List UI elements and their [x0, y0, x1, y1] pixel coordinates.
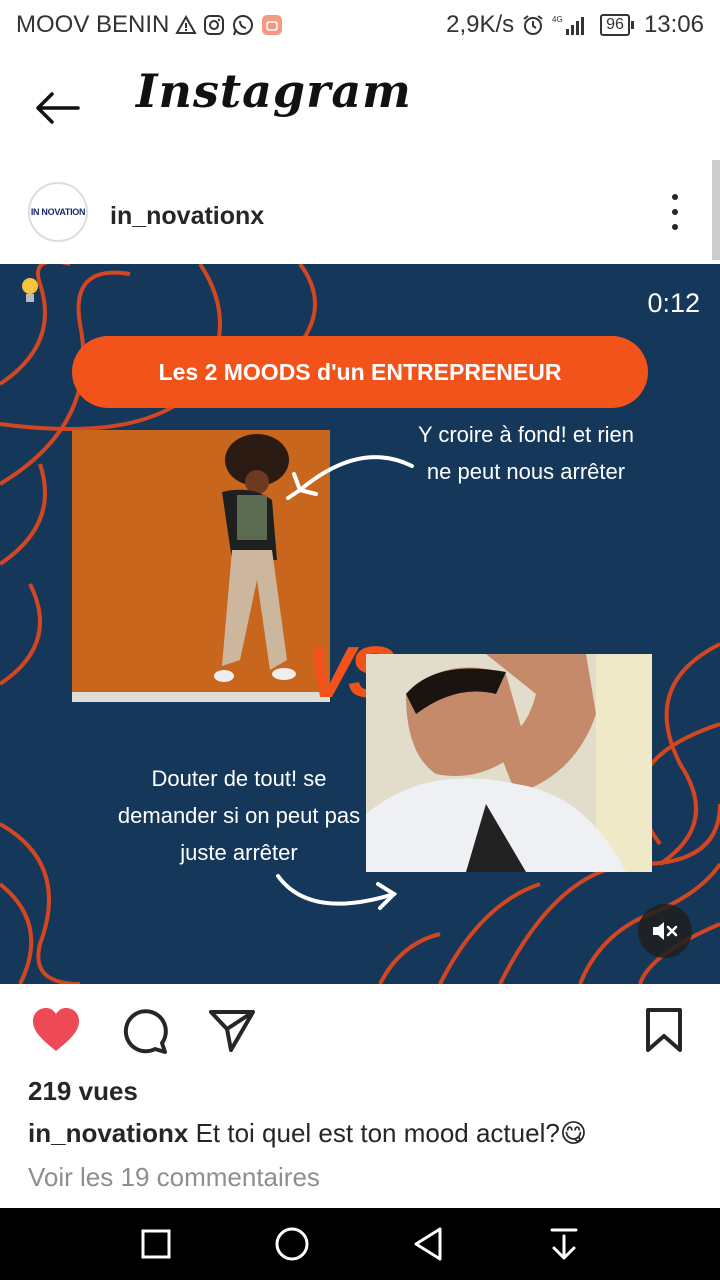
alarm-icon: [522, 14, 544, 36]
share-button[interactable]: [206, 1004, 258, 1056]
back-button[interactable]: [28, 80, 84, 136]
post-caption: in_novationx Et toi quel est ton mood ac…: [28, 1118, 587, 1149]
volume-muted-icon: [653, 922, 678, 940]
view-count: 219 vues: [28, 1076, 138, 1106]
caption-text: Et toi quel est ton mood actuel?: [188, 1118, 560, 1148]
comment-bubble-icon: [123, 1009, 168, 1054]
post-video[interactable]: 0:12 Les 2 MOODS d'un ENTREPRENEUR Y cro…: [0, 264, 720, 984]
battery-indicator: 96: [600, 14, 634, 36]
status-bar: MOOV BENIN 2,9K/s 4G 96 13:06: [0, 0, 720, 50]
save-button[interactable]: [638, 1004, 690, 1056]
signal-icon: 4G: [552, 13, 592, 37]
app-title: Instagram: [136, 64, 412, 118]
dot: [672, 208, 678, 215]
instagram-notification-icon: [203, 14, 225, 36]
system-nav-bar: [0, 1208, 720, 1280]
notification-pull-button[interactable]: [544, 1224, 584, 1264]
dot: [672, 194, 678, 201]
post-username[interactable]: in_novationx: [110, 202, 264, 231]
network-speed: 2,9K/s: [446, 11, 515, 38]
recents-button[interactable]: [136, 1224, 176, 1264]
curved-arrow-right-icon: [276, 874, 398, 910]
frustrated-man-illustration: [366, 654, 652, 872]
carrier-name: MOOV BENIN: [16, 11, 170, 38]
heart-filled-icon: [33, 1008, 79, 1051]
dot: [672, 223, 678, 230]
whatsapp-notification-icon: [231, 13, 255, 37]
caption-username[interactable]: in_novationx: [28, 1118, 188, 1148]
curved-arrow-left-icon: [286, 455, 414, 500]
pull-down-icon: [550, 1228, 578, 1260]
triangle-back-icon: [414, 1227, 442, 1261]
svg-text:4G: 4G: [552, 15, 563, 24]
avatar-logo-text: IN NOVATION: [30, 207, 86, 217]
lightbulb-logo-icon: [22, 278, 38, 302]
doubtful-entrepreneur-photo: [366, 654, 652, 872]
mute-toggle-button[interactable]: [638, 904, 692, 958]
square-icon: [141, 1229, 171, 1259]
clock: 13:06: [643, 11, 704, 38]
comment-button[interactable]: [118, 1004, 170, 1056]
home-button[interactable]: [272, 1224, 312, 1264]
view-comments-link[interactable]: Voir les 19 commentaires: [28, 1162, 320, 1193]
warning-icon: [175, 15, 198, 35]
video-timer: 0:12: [647, 288, 700, 318]
more-options-button[interactable]: [660, 190, 690, 234]
video-banner-title: Les 2 MOODS d'un ENTREPRENEUR: [72, 336, 648, 408]
mood-caption-positive: Y croire à fond! et rien ne peut nous ar…: [417, 422, 635, 484]
caption-emoji: 😋: [559, 1118, 587, 1148]
app-bar: Instagram: [0, 50, 720, 160]
bookmark-icon: [646, 1008, 682, 1052]
arrow-left-icon: [36, 92, 80, 124]
back-nav-button[interactable]: [408, 1224, 448, 1264]
mood-caption-negative: Douter de tout! se demander si on peut p…: [117, 766, 361, 865]
post-header: IN NOVATION in_novationx: [0, 170, 720, 260]
like-button[interactable]: [30, 1004, 82, 1056]
paper-plane-icon: [209, 1010, 255, 1052]
circle-icon: [275, 1227, 309, 1261]
avatar[interactable]: IN NOVATION: [28, 182, 88, 242]
app-notification-icon: [261, 14, 283, 36]
post-actions: [0, 990, 720, 1070]
